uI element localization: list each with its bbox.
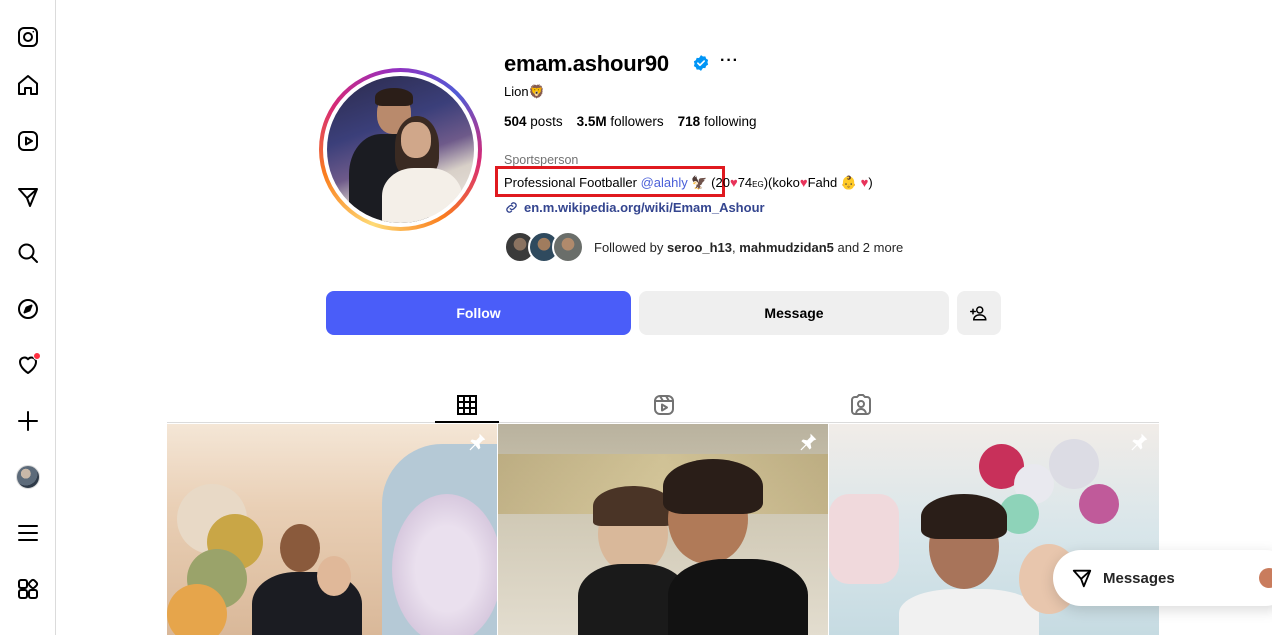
tab-reels[interactable] bbox=[632, 388, 696, 422]
bio-text-6: ) bbox=[868, 175, 873, 190]
heart-icon: ♥ bbox=[729, 175, 738, 190]
bio-baby-emoji: 👶 bbox=[840, 175, 858, 190]
tab-tagged[interactable] bbox=[829, 388, 893, 422]
posts-count-value: 504 bbox=[504, 114, 527, 129]
bio-eagle-emoji: 🦅 bbox=[691, 175, 708, 190]
profile-picture bbox=[327, 76, 474, 223]
following-count[interactable]: 718 following bbox=[678, 114, 757, 129]
profile-options-button[interactable]: ··· bbox=[720, 52, 739, 70]
create-plus-icon[interactable] bbox=[14, 407, 42, 435]
bio-text-2: (20 bbox=[707, 175, 730, 190]
bio-mention-link[interactable]: @alahly bbox=[641, 175, 688, 190]
posts-grid-icon bbox=[457, 395, 477, 415]
balloon-shape bbox=[1049, 439, 1099, 489]
profile-subtitle: Lion🦁 bbox=[504, 84, 545, 99]
bio-text-3: 74 bbox=[737, 175, 753, 190]
messages-label: Messages bbox=[1103, 569, 1175, 587]
messages-button[interactable]: Messages bbox=[1053, 550, 1272, 606]
post-tile[interactable] bbox=[498, 424, 828, 635]
followers-count[interactable]: 3.5M followers bbox=[577, 114, 664, 129]
follow-button[interactable]: Follow bbox=[326, 291, 631, 335]
verified-badge-icon bbox=[693, 55, 709, 71]
bio-text-5: Fahd bbox=[807, 175, 838, 190]
baby-face bbox=[317, 556, 351, 596]
followers-count-value: 3.5M bbox=[576, 114, 607, 129]
bio-text-4: )(koko bbox=[763, 175, 800, 190]
post-tile[interactable] bbox=[167, 424, 497, 635]
bio-text-small: EG bbox=[752, 180, 764, 189]
followed-by-suffix: and 2 more bbox=[833, 239, 904, 255]
suggested-users-button[interactable] bbox=[957, 291, 1001, 335]
followed-by-user: seroo_h13 bbox=[666, 239, 733, 255]
profile-website-text: en.m.wikipedia.org/wiki/Emam_Ashour bbox=[524, 200, 765, 215]
profile-photo-figure-2 bbox=[382, 168, 462, 223]
profile-avatar[interactable] bbox=[14, 463, 42, 491]
followed-by[interactable]: Followed by seroo_h13, mahmudzidan5 and … bbox=[504, 231, 903, 263]
followers-count-label: followers bbox=[610, 114, 664, 129]
following-count-value: 718 bbox=[677, 114, 701, 129]
person-face bbox=[280, 524, 320, 572]
profile-stats: 504 posts 3.5M followers 718 following bbox=[504, 114, 756, 129]
person-hair bbox=[921, 494, 1007, 539]
balloon-shape bbox=[1079, 484, 1119, 524]
pinned-icon bbox=[800, 433, 817, 451]
leopard-pattern-shape bbox=[392, 494, 497, 635]
profile-photo-hair bbox=[375, 88, 413, 106]
avatar bbox=[552, 231, 584, 263]
followed-by-text: Followed by seroo_h13, mahmudzidan5 and … bbox=[594, 240, 903, 255]
profile-website-link[interactable]: en.m.wikipedia.org/wiki/Emam_Ashour bbox=[504, 200, 765, 215]
posts-count-label: posts bbox=[530, 114, 563, 129]
more-apps-icon[interactable] bbox=[14, 575, 42, 603]
heart-icon: ♥ bbox=[799, 175, 808, 190]
reels-tab-icon bbox=[654, 395, 674, 415]
notifications-heart-icon[interactable] bbox=[14, 351, 42, 379]
message-button[interactable]: Message bbox=[639, 291, 949, 335]
profile-picture-story-ring[interactable] bbox=[319, 68, 482, 231]
search-icon[interactable] bbox=[14, 239, 42, 267]
add-person-icon bbox=[970, 306, 987, 321]
pinned-icon bbox=[1131, 433, 1148, 451]
following-count-label: following bbox=[703, 114, 757, 129]
baby-hair bbox=[593, 486, 673, 526]
reels-icon[interactable] bbox=[14, 127, 42, 155]
instagram-logo-icon[interactable] bbox=[14, 23, 42, 51]
profile-photo-face-2 bbox=[401, 122, 431, 158]
sidebar bbox=[0, 0, 56, 635]
profile-category: Sportsperson bbox=[504, 153, 579, 167]
person-body bbox=[899, 589, 1039, 635]
followed-by-user: mahmudzidan5 bbox=[739, 239, 834, 255]
link-icon bbox=[506, 202, 517, 213]
balloon-shape bbox=[167, 584, 227, 635]
avatar bbox=[1259, 568, 1272, 588]
person-hair bbox=[663, 459, 763, 514]
tabs-divider bbox=[167, 422, 1159, 423]
explore-icon[interactable] bbox=[14, 295, 42, 323]
profile-username: emam.ashour90 bbox=[504, 51, 669, 76]
followed-by-prefix: Followed by bbox=[594, 239, 667, 255]
cake-shape bbox=[829, 494, 899, 584]
menu-icon[interactable] bbox=[14, 519, 42, 547]
direct-icon bbox=[1072, 569, 1092, 588]
home-icon[interactable] bbox=[14, 71, 42, 99]
tab-posts[interactable] bbox=[435, 388, 499, 422]
posts-count: 504 posts bbox=[504, 114, 563, 129]
profile-picture-frame bbox=[323, 72, 478, 227]
direct-icon[interactable] bbox=[14, 183, 42, 211]
bio-text: Professional Footballer bbox=[504, 175, 641, 190]
active-tab-indicator bbox=[435, 421, 499, 423]
tagged-tab-icon bbox=[851, 394, 871, 415]
pinned-icon bbox=[469, 433, 486, 451]
person-body bbox=[668, 559, 808, 635]
avatar bbox=[16, 465, 40, 489]
profile-bio: Professional Footballer @alahly 🦅 (20♥74… bbox=[504, 175, 873, 191]
notification-badge bbox=[33, 352, 41, 360]
